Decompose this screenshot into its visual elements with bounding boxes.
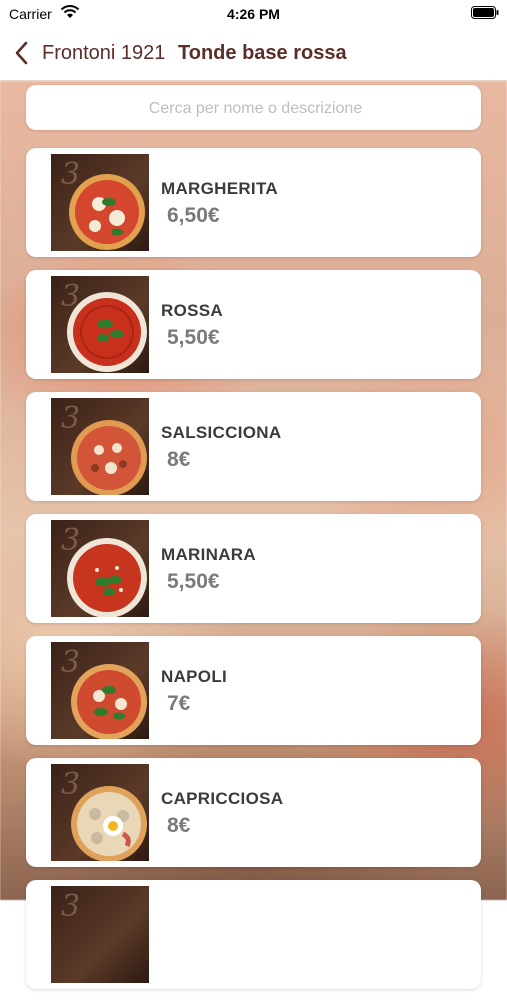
svg-text:3: 3 [61,889,80,924]
clock: 4:26 PM [227,6,280,22]
product-name: CAPRICCIOSA [161,789,284,808]
pizza-salsicciona-image: 3 [51,398,149,495]
product-card[interactable]: 3 MARGHERITA 6,50€ [26,148,481,257]
product-card[interactable]: 3 SALSICCIONA 8€ [26,392,481,501]
page-title: Tonde base rossa [178,42,347,64]
product-price: 8€ [167,814,191,837]
back-button[interactable]: Frontoni 1921 [42,42,165,65]
pizza-marinara-image: 3 [51,520,149,617]
svg-text:3: 3 [61,645,80,680]
search-input[interactable] [26,85,485,132]
product-card[interactable]: 3 NAPOLI 7€ [26,636,481,745]
svg-text:3: 3 [61,767,80,802]
svg-text:3: 3 [61,157,80,192]
pizza-image: 3 [51,886,149,983]
product-name: MARINARA [161,545,256,564]
product-price: 5,50€ [167,570,220,593]
product-price: 8€ [167,448,191,471]
product-name: ROSSA [161,301,223,320]
product-list: 3 MARGHERITA 6,50€ 3 ROSSA 5,50€ 3 SALSI… [26,148,481,1002]
product-card[interactable]: 3 [26,880,481,989]
navigation-bar: Frontoni 1921 Tonde base rossa [0,28,507,81]
pizza-rossa-image: 3 [51,276,149,373]
pizza-napoli-image: 3 [51,642,149,739]
product-price: 5,50€ [167,326,220,349]
product-name: MARGHERITA [161,179,278,198]
pizza-capricciosa-image: 3 [51,764,149,861]
status-bar: Carrier 4:26 PM [0,0,507,28]
product-price: 6,50€ [167,204,220,227]
pizza-margherita-image: 3 [51,154,149,251]
product-name: NAPOLI [161,667,228,686]
search-bar[interactable] [26,85,485,132]
product-price: 7€ [167,692,191,715]
product-name: SALSICCIONA [161,423,282,442]
product-card[interactable]: 3 MARINARA 5,50€ [26,514,481,623]
product-card[interactable]: 3 ROSSA 5,50€ [26,270,481,379]
back-chevron-icon[interactable] [13,40,29,71]
product-card[interactable]: 3 CAPRICCIOSA 8€ [26,758,481,867]
battery-icon [471,6,499,19]
svg-text:3: 3 [61,401,80,436]
